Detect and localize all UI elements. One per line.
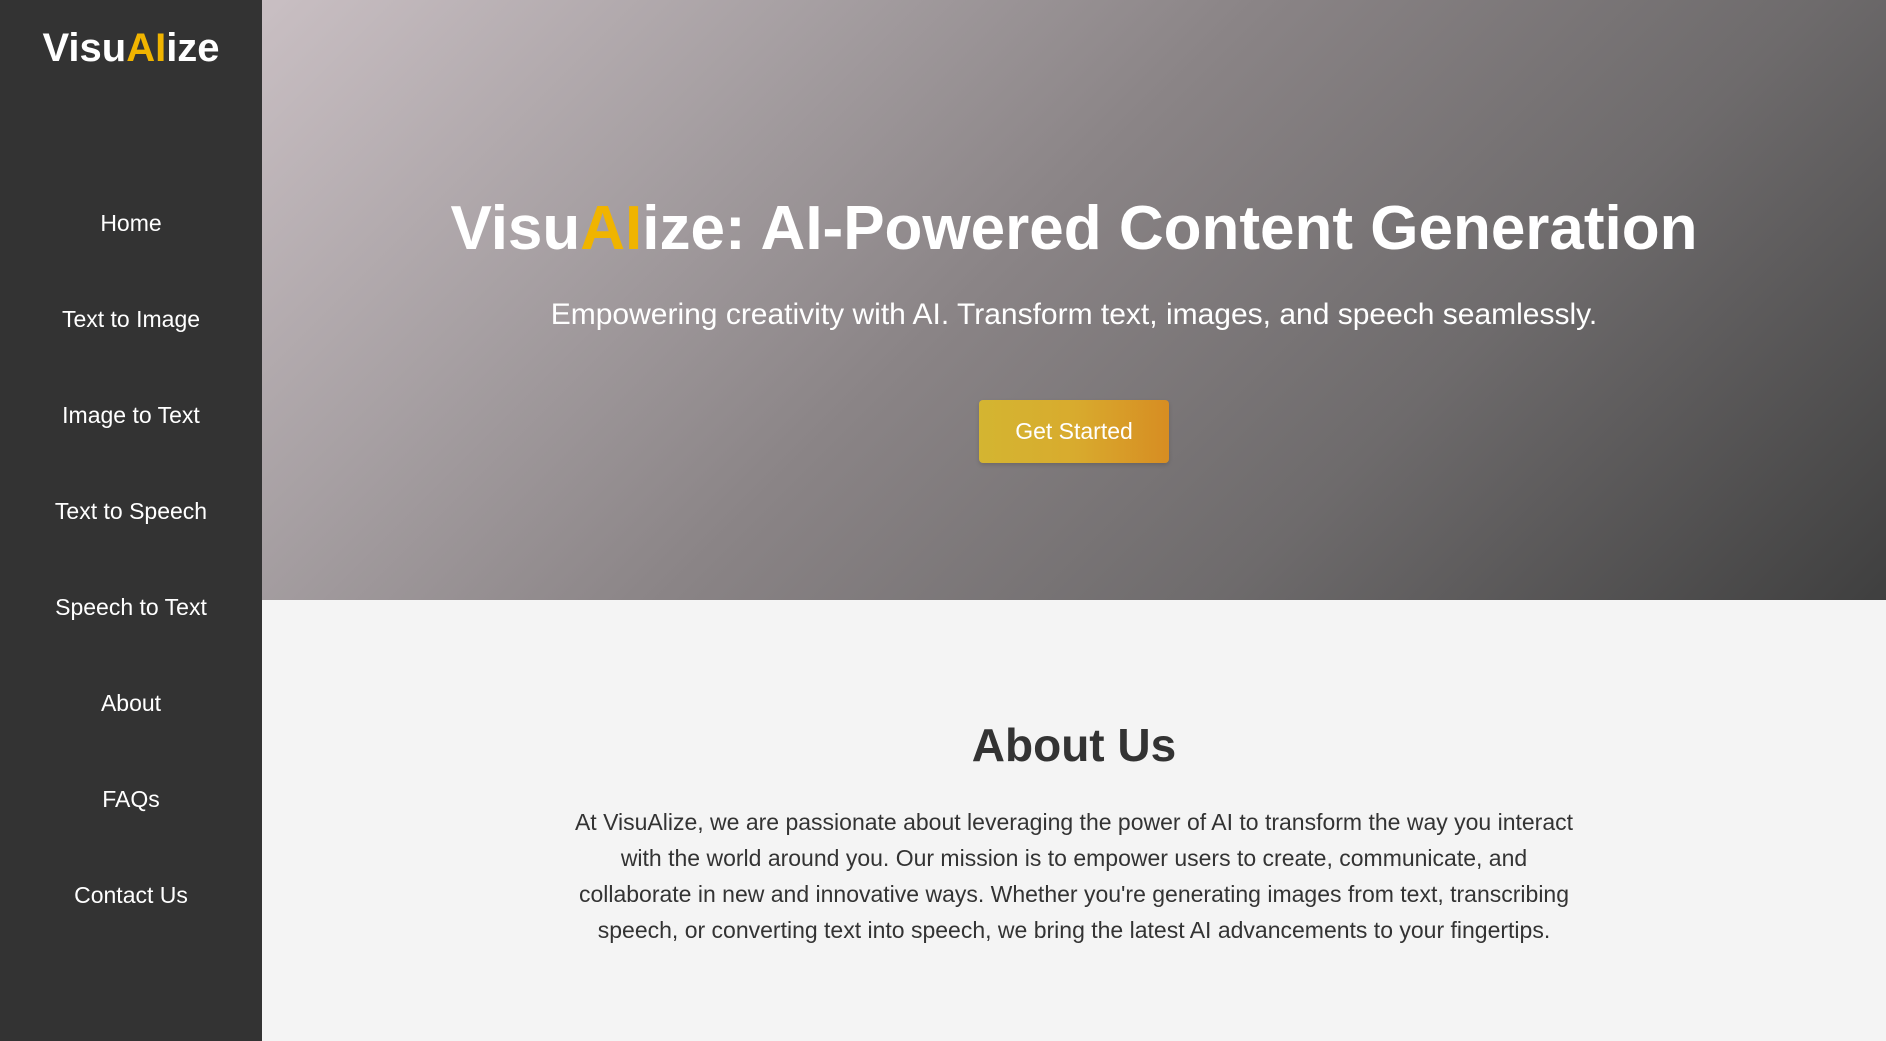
sidebar-item-about[interactable]: About	[0, 655, 262, 751]
logo-text-accent: AI	[126, 26, 167, 70]
sidebar-item-text-to-image[interactable]: Text to Image	[0, 271, 262, 367]
sidebar-item-image-to-text[interactable]: Image to Text	[0, 367, 262, 463]
about-section: About Us At VisuAlize, we are passionate…	[262, 600, 1886, 1041]
sidebar-item-text-to-speech[interactable]: Text to Speech	[0, 463, 262, 559]
get-started-button[interactable]: Get Started	[979, 400, 1169, 463]
hero-subtitle: Empowering creativity with AI. Transform…	[550, 298, 1598, 331]
about-text: At VisuAlize, we are passionate about le…	[574, 809, 1574, 943]
hero-title-accent: AI	[580, 194, 643, 263]
about-title: About Us	[971, 719, 1177, 771]
sidebar-item-speech-to-text[interactable]: Speech to Text	[0, 559, 262, 655]
hero-title: VisuAIize: AI-Powered Content Generation	[262, 192, 1886, 266]
sidebar-item-faqs[interactable]: FAQs	[0, 751, 262, 847]
hero-section: VisuAIize: AI-Powered Content Generation…	[262, 0, 1886, 600]
logo[interactable]: VisuAIize	[0, 26, 262, 70]
logo-text-part3: ize	[166, 26, 220, 70]
sidebar-item-contact-us[interactable]: Contact Us	[0, 847, 262, 943]
sidebar: VisuAIize Home Text to Image Image to Te…	[0, 0, 262, 1041]
logo-text-part1: Visu	[42, 26, 127, 70]
hero-title-part3: ize: AI-Powered Content Generation	[642, 194, 1698, 263]
sidebar-nav: Home Text to Image Image to Text Text to…	[0, 175, 262, 971]
hero-title-part1: Visu	[450, 194, 581, 263]
sidebar-item-home[interactable]: Home	[0, 175, 262, 271]
